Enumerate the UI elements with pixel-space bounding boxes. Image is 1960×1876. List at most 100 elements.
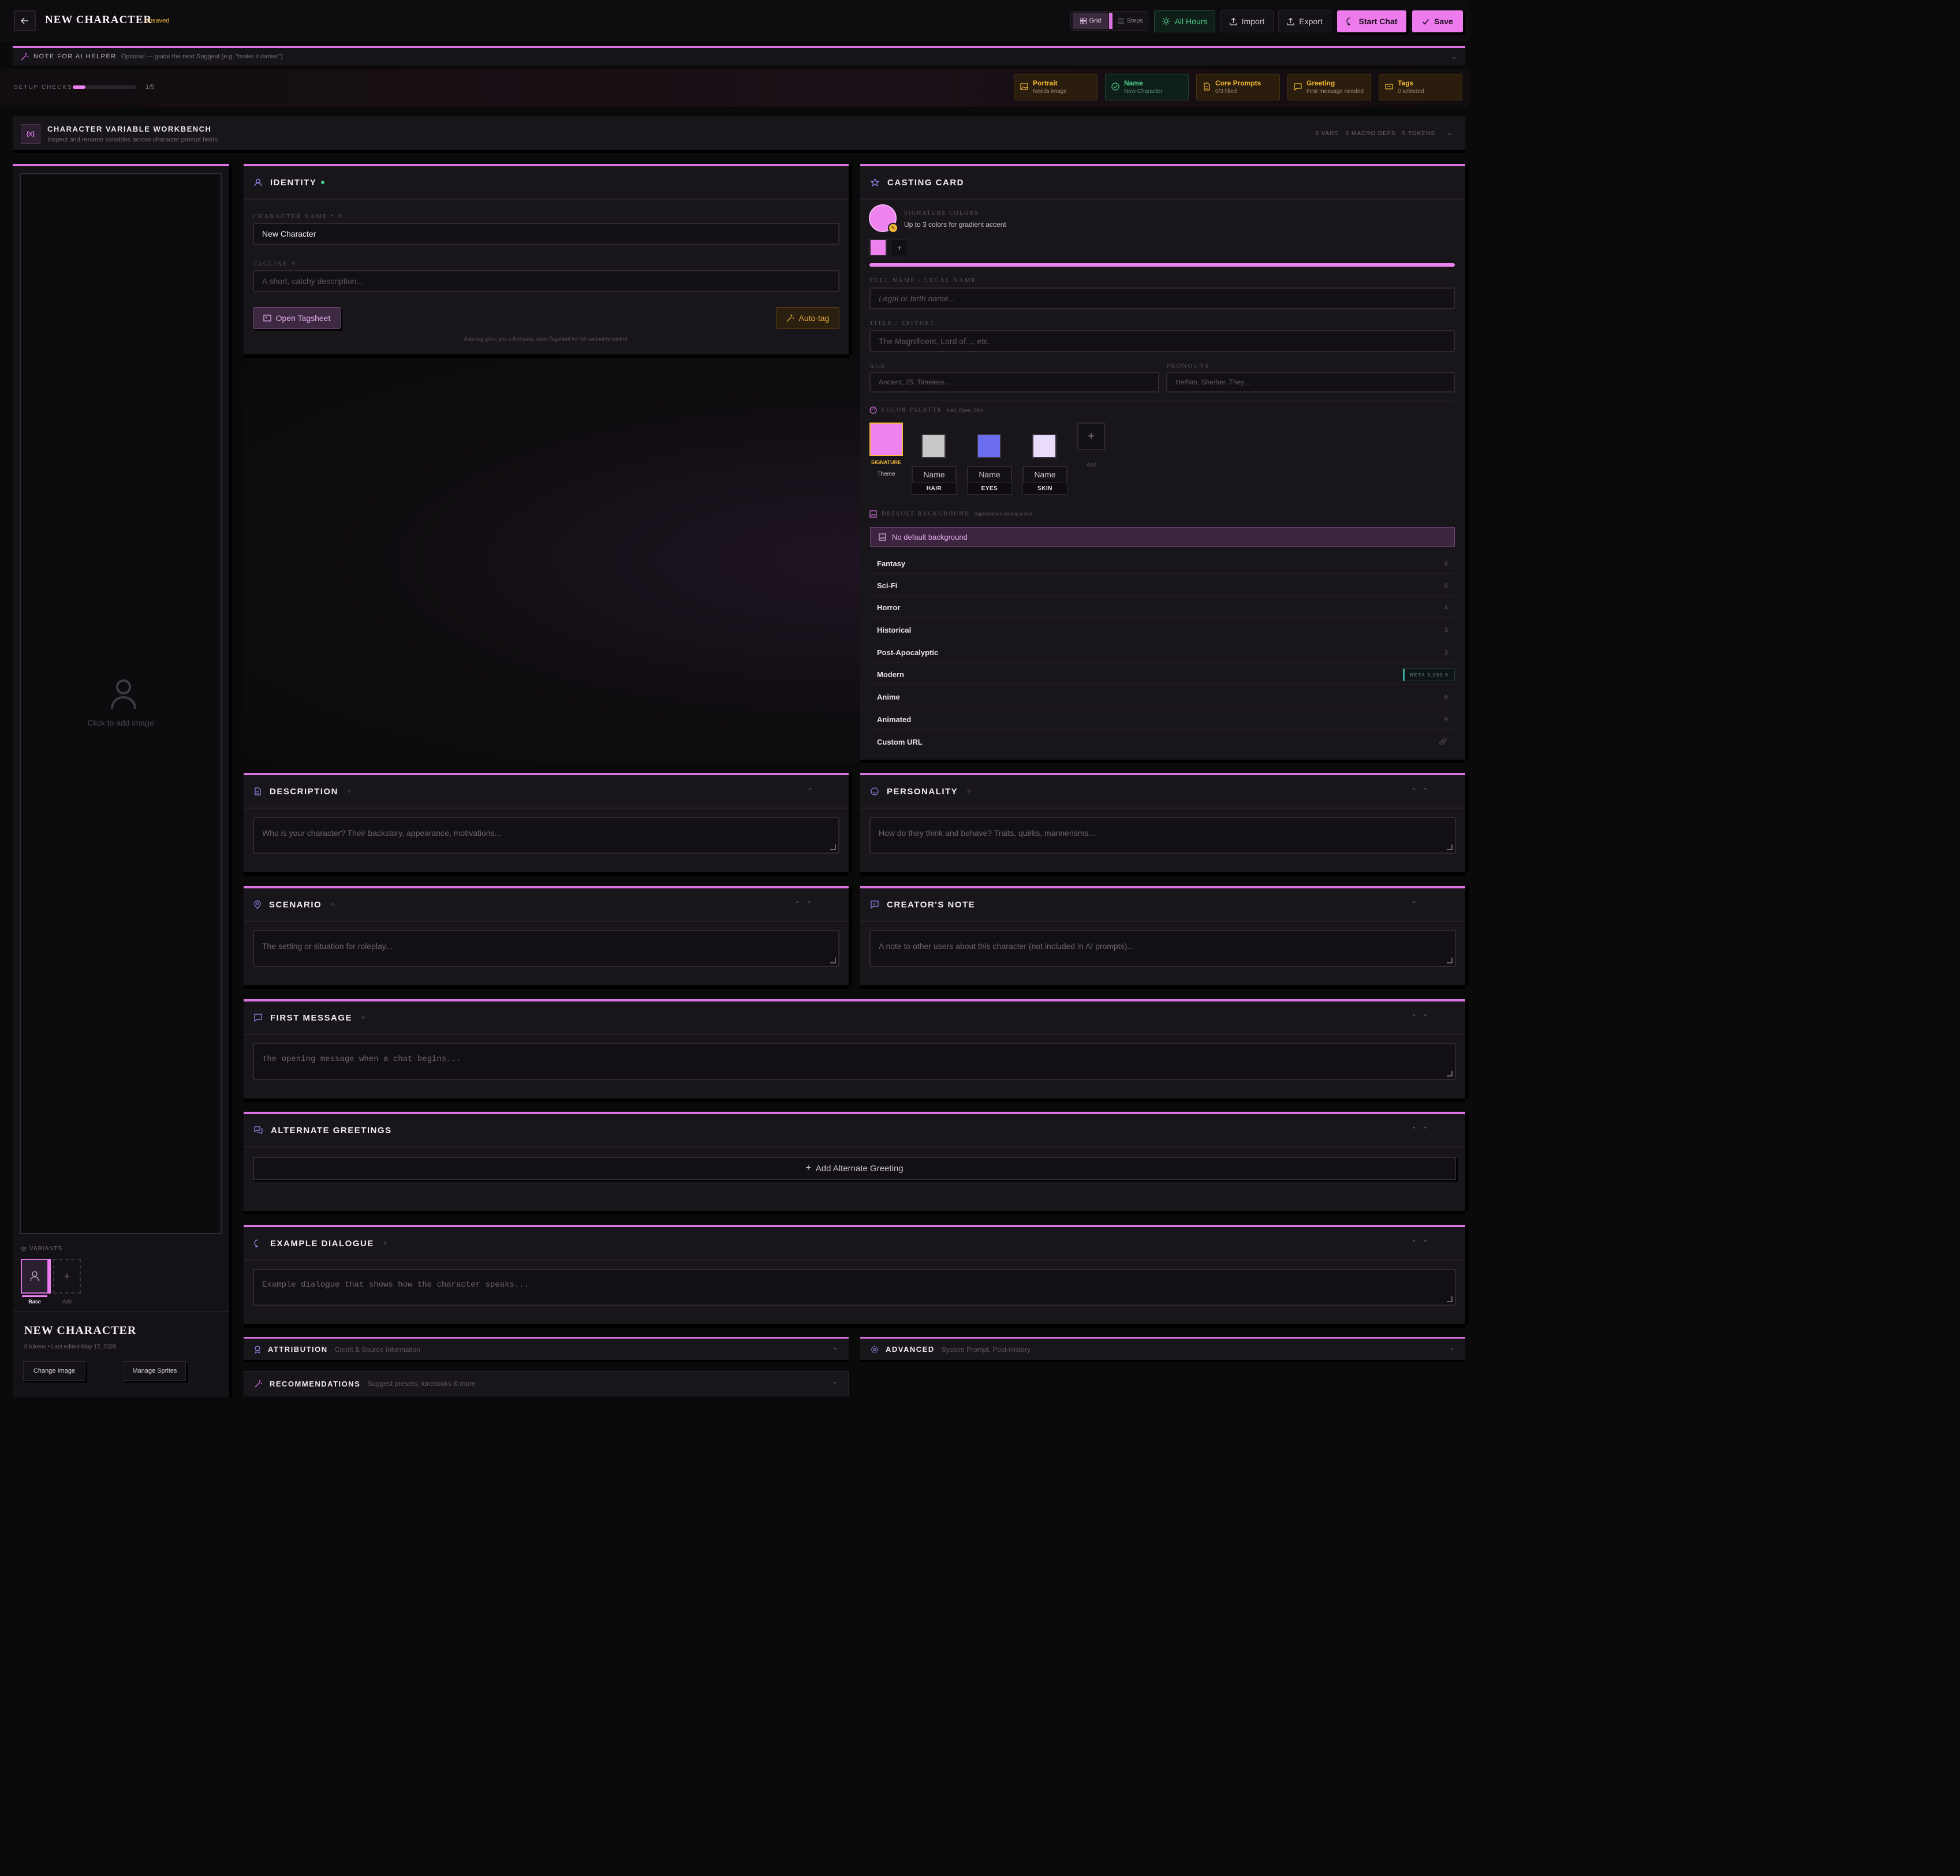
pronouns-input[interactable]: He/him, She/her, They...	[1166, 372, 1455, 393]
chevron-up-icon[interactable]: ⌃	[1411, 787, 1417, 795]
full-name-input[interactable]: Legal or birth name...	[869, 287, 1455, 309]
check-tags[interactable]: Tags 0 selected	[1379, 74, 1462, 100]
chevron-up-icon[interactable]: ⌃	[1411, 1126, 1417, 1134]
wand-icon[interactable]: ✧	[330, 900, 335, 909]
variant-base[interactable]	[21, 1259, 48, 1294]
chevron-up-icon[interactable]: ⌃	[1411, 900, 1417, 908]
personality-textarea[interactable]: How do they think and behave? Traits, qu…	[869, 817, 1456, 854]
wand-icon[interactable]: ✧	[291, 260, 296, 267]
chevron-up-icon[interactable]: ⌃	[1411, 1239, 1417, 1247]
age-placeholder: Ancient, 25, Timeless...	[879, 378, 951, 386]
change-image-button[interactable]: Change Image	[23, 1361, 85, 1381]
bg-category-scifi[interactable]: Sci-Fi 6	[870, 576, 1455, 596]
workbench-sub: Inspect and rename variables across char…	[47, 136, 219, 143]
bg-category-animated[interactable]: Animated 9	[870, 710, 1455, 730]
resize-handle[interactable]	[830, 844, 836, 850]
start-chat-button[interactable]: Start Chat	[1337, 10, 1406, 32]
wand-icon[interactable]: ✧	[346, 787, 352, 795]
character-name-input[interactable]: New Character	[253, 223, 839, 245]
chevron-down-icon[interactable]: ⌄	[806, 896, 812, 905]
swatch-eyes-name[interactable]: Name	[967, 466, 1012, 483]
chevron-down-icon[interactable]: ⌄	[832, 1343, 838, 1351]
resize-handle[interactable]	[1447, 958, 1453, 963]
view-divider	[1109, 13, 1112, 29]
swatch-skin-name[interactable]: Name	[1022, 466, 1067, 483]
chevron-down-icon[interactable]: ⌄	[1423, 1122, 1428, 1130]
bg-category-modern[interactable]: Modern	[870, 665, 1455, 685]
resize-handle[interactable]	[830, 958, 836, 963]
resize-handle[interactable]	[1447, 1296, 1453, 1302]
chevron-down-icon[interactable]: ⌄	[1423, 1235, 1428, 1243]
manage-sprites-button[interactable]: Manage Sprites	[124, 1361, 186, 1381]
chevron-down-icon[interactable]: ⌄	[1423, 783, 1428, 791]
example-dialogue-textarea[interactable]: Example dialogue that shows how the char…	[253, 1269, 1456, 1306]
resize-handle[interactable]	[1447, 1071, 1453, 1077]
wand-icon[interactable]: ✧	[338, 213, 343, 220]
scenario-textarea[interactable]: The setting or situation for roleplay...	[253, 930, 839, 967]
swatch-skin[interactable]	[1032, 434, 1056, 458]
variant-add-button[interactable]: +	[53, 1259, 81, 1294]
recommendations-section[interactable]: RECOMMENDATIONS Suggest presets, loreboo…	[244, 1371, 849, 1396]
export-button[interactable]: Export	[1278, 10, 1331, 32]
title-input[interactable]: The Magnificent, Lord of..., etc.	[869, 330, 1455, 352]
palette-signature-swatch[interactable]	[869, 423, 903, 456]
name-label-text: CHARACTER NAME *	[253, 213, 335, 220]
add-signature-color-button[interactable]: +	[891, 239, 908, 256]
chevron-down-icon[interactable]: ⌄	[1423, 1010, 1428, 1018]
ai-note-input[interactable]: Optional — guide the next Suggest (e.g. …	[121, 53, 283, 60]
bg-category-fantasy[interactable]: Fantasy 8	[870, 554, 1455, 574]
age-input[interactable]: Ancient, 25, Timeless...	[869, 372, 1159, 393]
view-steps-button[interactable]: Steps	[1114, 13, 1147, 29]
variable-workbench[interactable]: {x} CHARACTER VARIABLE WORKBENCH Inspect…	[13, 117, 1465, 150]
creators-note-textarea[interactable]: A note to other users about this charact…	[869, 930, 1456, 967]
advanced-section[interactable]: ADVANCED System Prompt, Post-History ⌄	[860, 1337, 1465, 1360]
chevron-up-icon[interactable]: ⌃	[1411, 1013, 1417, 1021]
chevron-up-icon[interactable]: ⌃	[794, 900, 800, 908]
first-message-textarea[interactable]: The opening message when a chat begins..…	[253, 1043, 1456, 1080]
resize-handle[interactable]	[1447, 844, 1453, 850]
wand-icon[interactable]: ✧	[360, 1014, 366, 1022]
import-button[interactable]: Import	[1220, 10, 1274, 32]
check-name[interactable]: Name New Character	[1105, 74, 1189, 100]
sparkle-icon[interactable]: ✧	[966, 787, 972, 795]
check-greeting[interactable]: Greeting First message needed	[1287, 74, 1371, 100]
add-palette-color-button[interactable]: +	[1077, 423, 1105, 450]
chevron-down-icon[interactable]: ⌄	[1451, 53, 1457, 61]
add-alternate-greeting-button[interactable]: + Add Alternate Greeting	[253, 1157, 1456, 1180]
alternate-greetings-header: ALTERNATE GREETINGS ⌃ ⌄	[244, 1114, 1465, 1148]
check-portrait[interactable]: Portrait Needs image	[1014, 74, 1097, 100]
open-tagsheet-button[interactable]: Open Tagsheet	[253, 307, 341, 329]
chevron-down-icon[interactable]: ⌄	[1447, 129, 1453, 137]
portrait-dropzone[interactable]: Click to add image	[20, 173, 222, 1234]
view-steps-label: Steps	[1126, 17, 1144, 24]
bg-category-post-apocalyptic[interactable]: Post-Apocalyptic 3	[870, 643, 1455, 663]
check-core-prompts[interactable]: Core Prompts 0/3 filled	[1196, 74, 1280, 100]
bg-category-custom-url[interactable]: Custom URL 🔗︎	[870, 732, 1455, 752]
all-hours-button[interactable]: All Hours	[1154, 10, 1215, 32]
view-grid-button[interactable]: Grid	[1073, 13, 1108, 29]
tagline-input[interactable]: A short, catchy description...	[253, 270, 839, 292]
swatch-eyes[interactable]	[977, 434, 1001, 458]
no-background-option[interactable]: No default background	[870, 527, 1455, 547]
alternate-greetings-title: ALTERNATE GREETINGS	[271, 1125, 392, 1135]
user-icon	[254, 178, 262, 186]
signature-edit-icon[interactable]: ✎	[888, 223, 898, 233]
wand-icon[interactable]: ✧	[382, 1239, 388, 1247]
bg-category-historical[interactable]: Historical 3	[870, 621, 1455, 640]
back-button[interactable]	[14, 10, 36, 31]
chevron-up-icon[interactable]: ⌃	[807, 787, 813, 795]
swatch-hair[interactable]	[921, 434, 946, 458]
attribution-section[interactable]: ATTRIBUTION Credit & Source Information …	[244, 1337, 849, 1360]
save-button[interactable]: Save	[1412, 10, 1463, 32]
ai-note-bar[interactable]: NOTE FOR AI HELPER Optional — guide the …	[13, 46, 1465, 65]
chevron-down-icon[interactable]: ⌄	[1449, 1343, 1455, 1351]
advanced-title: ADVANCED	[886, 1345, 935, 1354]
bg-category-horror[interactable]: Horror 4	[870, 598, 1455, 618]
chevron-down-icon[interactable]: ⌄	[832, 1377, 838, 1385]
no-background-label: No default background	[892, 532, 968, 541]
auto-tag-button[interactable]: Auto-tag	[776, 307, 839, 329]
signature-swatch[interactable]	[869, 239, 887, 256]
swatch-hair-name[interactable]: Name	[912, 466, 957, 483]
description-textarea[interactable]: Who is your character? Their backstory, …	[253, 817, 839, 854]
bg-category-anime[interactable]: Anime 6	[870, 687, 1455, 707]
